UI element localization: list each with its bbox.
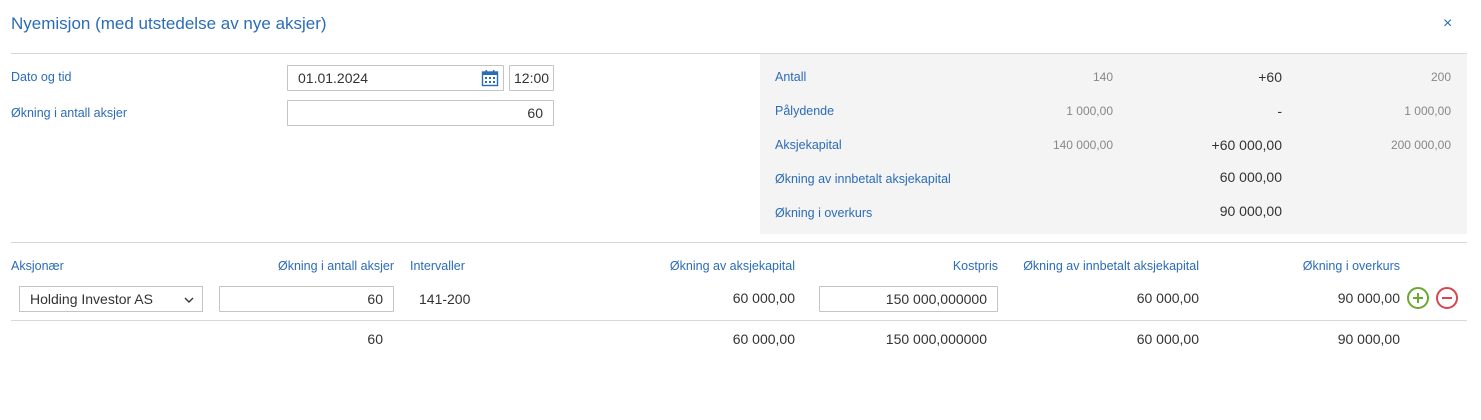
summary-change-premium: 90 000,00 [1219,203,1282,219]
total-increase: 60 [367,331,383,347]
total-cost-price: 150 000,000000 [885,331,987,347]
chevron-down-icon [184,297,194,303]
header-increase: Økning i antall aksjer [277,259,394,273]
remove-row-button[interactable] [1436,287,1458,309]
total-capital-increase: 60 000,00 [732,331,795,347]
summary-old-count: 140 [1092,70,1113,84]
summary-change-par: - [1277,103,1282,119]
summary-old-capital: 140 000,00 [1052,138,1113,152]
increase-label: Økning i antall aksjer [11,106,128,120]
row-intervals: 141-200 [419,291,471,307]
header-cost-price: Kostpris [952,259,998,273]
summary-change-count: +60 [1258,69,1282,85]
dialog-title: Nyemisjon (med utstedelse av nye aksjer) [11,14,327,33]
total-premium-increase: 90 000,00 [1337,331,1400,347]
header-shareholder: Aksjonær [11,259,64,273]
shareholder-value: Holding Investor AS [30,291,153,307]
header-premium-increase: Økning i overkurs [1302,259,1400,273]
summary-new-count: 200 [1430,70,1451,84]
summary-new-par: 1 000,00 [1404,104,1451,118]
header-capital-increase: Økning av aksjekapital [669,259,795,273]
totals-divider [11,320,1467,321]
calendar-icon[interactable] [481,69,499,87]
minus-circle-icon [1442,297,1452,299]
summary-label-paid-in: Økning av innbetalt aksjekapital [775,172,951,186]
time-field[interactable]: 12:00 [509,65,554,91]
row-cost-price-input[interactable]: 150 000,000000 [819,286,998,312]
summary-old-par: 1 000,00 [1066,104,1113,118]
add-row-button[interactable] [1407,287,1429,309]
summary-label-capital: Aksjekapital [775,138,842,152]
date-field[interactable]: 01.01.2024 [287,65,504,91]
plus-circle-icon [1413,293,1423,303]
section-divider [11,242,1467,243]
header-paid-in-increase: Økning av innbetalt aksjekapital [1023,259,1199,273]
date-value: 01.01.2024 [298,70,369,86]
summary-new-capital: 200 000,00 [1390,138,1451,152]
shareholder-select[interactable]: Holding Investor AS [19,286,203,312]
summary-label-par: Pålydende [775,104,835,118]
row-premium-increase: 90 000,00 [1337,290,1400,306]
date-label: Dato og tid [11,70,72,84]
total-paid-in-increase: 60 000,00 [1136,331,1199,347]
row-increase-input[interactable]: 60 [219,286,394,312]
row-capital-increase: 60 000,00 [732,290,795,306]
summary-label-count: Antall [775,70,807,84]
close-button[interactable]: × [1443,16,1452,32]
increase-shares-input[interactable]: 60 [287,100,554,126]
row-paid-in-increase: 60 000,00 [1136,290,1199,306]
summary-change-capital: +60 000,00 [1211,137,1282,153]
summary-change-paid-in: 60 000,00 [1219,169,1282,185]
header-intervals: Intervaller [410,259,465,273]
summary-label-premium: Økning i overkurs [775,206,873,220]
